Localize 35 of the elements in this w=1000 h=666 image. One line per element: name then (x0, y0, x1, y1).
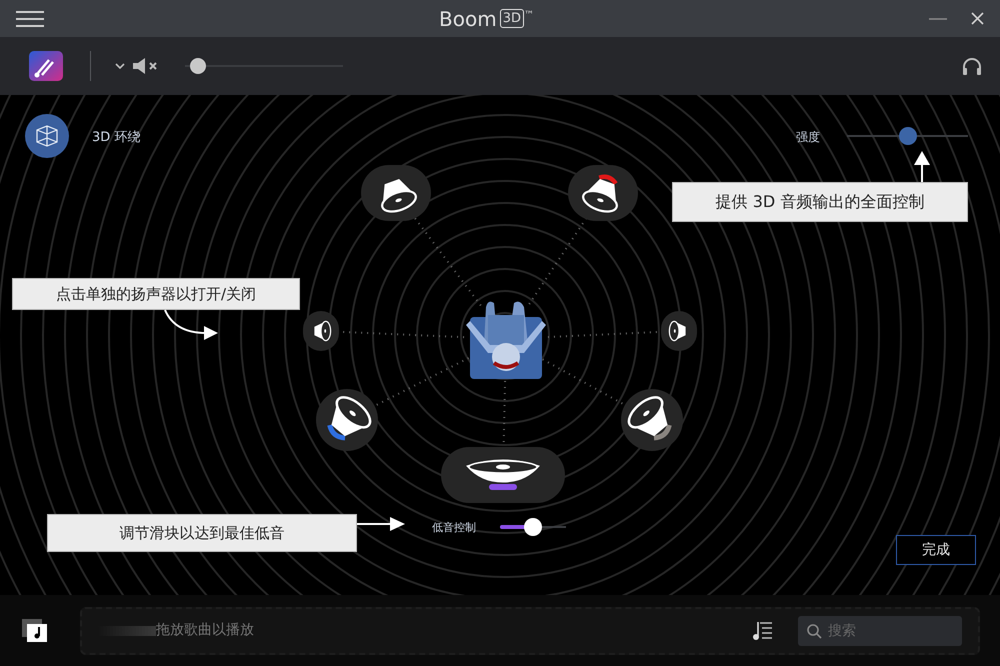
volume-slider[interactable] (185, 57, 343, 75)
slider-thumb[interactable] (898, 127, 916, 145)
app-logo-icon[interactable] (29, 51, 63, 81)
intensity-label: 强度 (796, 129, 820, 146)
drop-zone[interactable]: 拖放歌曲以播放 搜索 (80, 606, 980, 654)
intensity-slider[interactable] (847, 127, 968, 145)
search-field[interactable]: 搜索 (798, 616, 962, 646)
cube-icon (25, 114, 69, 158)
slider-thumb[interactable] (190, 58, 206, 74)
callout: 调节滑块以达到最佳低音 (47, 514, 357, 552)
close-icon[interactable] (971, 12, 984, 25)
speaker-button[interactable] (303, 311, 339, 351)
bass-label: 低音控制 (432, 520, 476, 536)
speaker-button[interactable] (361, 165, 431, 221)
pointer-arrow (912, 149, 932, 185)
drop-hint: 拖放歌曲以播放 (156, 621, 254, 640)
done-button[interactable]: 完成 (896, 535, 976, 565)
subwoofer-icon (465, 458, 541, 492)
speaker-button[interactable] (621, 389, 683, 451)
music-note-icon[interactable] (22, 618, 48, 642)
slider-thumb[interactable] (524, 518, 542, 536)
pointer-arrow (355, 515, 407, 533)
minimize-icon[interactable] (929, 18, 947, 20)
chevron-down-icon[interactable] (115, 63, 125, 69)
speaker-button[interactable] (661, 311, 697, 351)
mode-title: 3D 环绕 (92, 129, 140, 147)
menu-icon[interactable] (16, 10, 44, 26)
callout: 点击单独的扬声器以打开/关闭 (12, 278, 300, 310)
headphones-icon[interactable] (962, 57, 982, 75)
speaker-button[interactable] (568, 165, 638, 221)
subwoofer-button[interactable] (441, 447, 565, 503)
app-title: Boom 3D ™ (439, 6, 534, 32)
callout: 提供 3D 音频输出的全面控制 (672, 182, 968, 222)
bass-slider[interactable] (500, 518, 566, 536)
playlist-icon[interactable] (752, 620, 774, 640)
